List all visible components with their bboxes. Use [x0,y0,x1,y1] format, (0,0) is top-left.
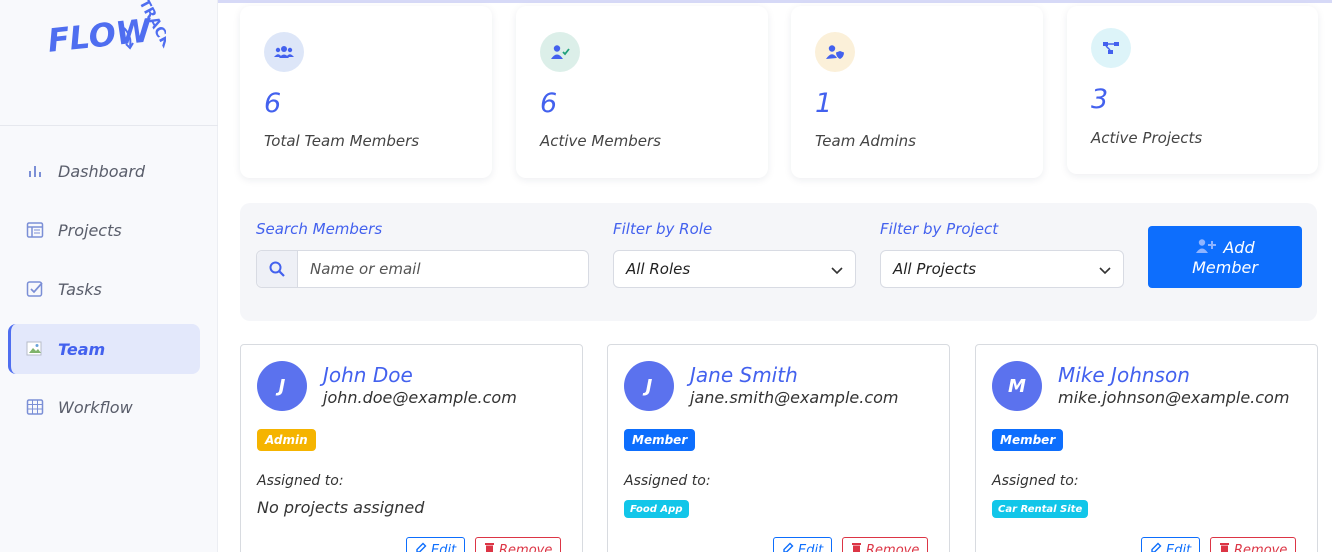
stat-value: 6 [540,88,558,119]
table-icon [26,221,44,239]
avatar: J [257,361,307,411]
role-filter-select[interactable]: All Roles [613,250,856,288]
role-badge: Member [624,429,696,451]
grid-icon [26,398,44,416]
assigned-label: Assigned to: [992,473,1079,489]
project-badge: Food App [624,500,689,518]
search-icon [257,251,298,287]
filter-panel: Search Members Filter by Role All Roles … [240,203,1317,321]
stat-value: 6 [264,88,282,119]
member-email: mike.johnson@example.com [1058,388,1290,407]
avatar: M [992,361,1042,411]
trash-icon [1219,542,1230,552]
remove-button[interactable]: Remove [842,537,929,552]
sidebar-item-team[interactable]: Team [8,324,200,374]
add-member-button[interactable]: Add Member [1148,226,1302,288]
avatar: J [624,361,674,411]
stat-value: 1 [815,88,833,119]
sidebar-item-label: Projects [58,220,122,240]
bar-chart-icon [26,162,44,180]
edit-icon [415,542,427,552]
stat-label: Team Admins [815,132,916,150]
stat-card-active-projects: 3 Active Projects [1067,6,1318,174]
stat-value: 3 [1091,84,1109,115]
project-badge: Car Rental Site [992,500,1089,518]
sidebar-item-label: Dashboard [58,161,146,181]
stat-label: Active Members [540,132,661,150]
edit-label: Edit [798,542,824,552]
add-member-label: Add [1223,238,1255,257]
member-name: Jane Smith [690,363,798,387]
edit-label: Edit [1166,542,1192,552]
sidebar-item-workflow[interactable]: Workflow [8,382,200,432]
edit-icon [1150,542,1162,552]
member-email: john.doe@example.com [323,388,517,407]
edit-label: Edit [431,542,457,552]
no-projects-text: No projects assigned [257,498,425,517]
sidebar-item-dashboard[interactable]: Dashboard [8,146,200,196]
role-filter-label: Filter by Role [613,220,713,238]
svg-text:FLOW: FLOW [46,11,155,60]
sidebar: FLOW TRACK Dashboard Projects Tasks Team [0,0,218,552]
project-filter-value: All Projects [893,260,977,278]
trash-icon [484,542,495,552]
search-input[interactable] [298,251,588,287]
sidebar-item-tasks[interactable]: Tasks [8,264,200,314]
broken-image-icon [26,340,44,358]
assigned-label: Assigned to: [624,473,711,489]
flowtrack-logo[interactable]: FLOW TRACK [46,0,175,66]
search-box [256,250,589,288]
edit-button[interactable]: Edit [773,537,833,552]
stat-label: Total Team Members [264,132,420,150]
sidebar-item-label: Workflow [58,397,133,417]
edit-button[interactable]: Edit [1141,537,1201,552]
sidebar-divider [0,125,218,126]
user-plus-icon [1195,238,1217,258]
member-card: J Jane Smith jane.smith@example.com Memb… [607,344,950,552]
member-name: Mike Johnson [1058,363,1190,387]
sidebar-item-label: Team [58,339,106,359]
role-badge: Admin [257,429,316,451]
edit-icon [782,542,794,552]
project-diagram-icon [1091,28,1131,68]
users-icon [264,32,304,72]
project-filter-label: Filter by Project [880,220,999,238]
remove-button[interactable]: Remove [1210,537,1297,552]
project-filter-select[interactable]: All Projects [880,250,1124,288]
sidebar-item-projects[interactable]: Projects [8,205,200,255]
remove-label: Remove [1234,542,1288,552]
chevron-down-icon [1099,260,1111,279]
stat-card-total-members: 6 Total Team Members [240,6,492,178]
remove-label: Remove [866,542,920,552]
stat-label: Active Projects [1091,129,1203,147]
sidebar-item-label: Tasks [58,279,102,299]
remove-button[interactable]: Remove [475,537,562,552]
role-filter-value: All Roles [626,260,691,278]
member-email: jane.smith@example.com [690,388,899,407]
user-check-icon [540,32,580,72]
user-shield-icon [815,32,855,72]
member-name: John Doe [323,363,413,387]
search-label: Search Members [256,220,383,238]
stat-card-active-members: 6 Active Members [516,6,768,178]
checkbox-icon [26,280,44,298]
stat-card-team-admins: 1 Team Admins [791,6,1043,178]
chevron-down-icon [831,260,843,279]
remove-label: Remove [499,542,553,552]
member-card: M Mike Johnson mike.johnson@example.com … [975,344,1318,552]
assigned-label: Assigned to: [257,473,344,489]
add-member-label-2: Member [1192,257,1258,277]
trash-icon [851,542,862,552]
role-badge: Member [992,429,1064,451]
member-card: J John Doe john.doe@example.com Admin As… [240,344,583,552]
edit-button[interactable]: Edit [406,537,466,552]
